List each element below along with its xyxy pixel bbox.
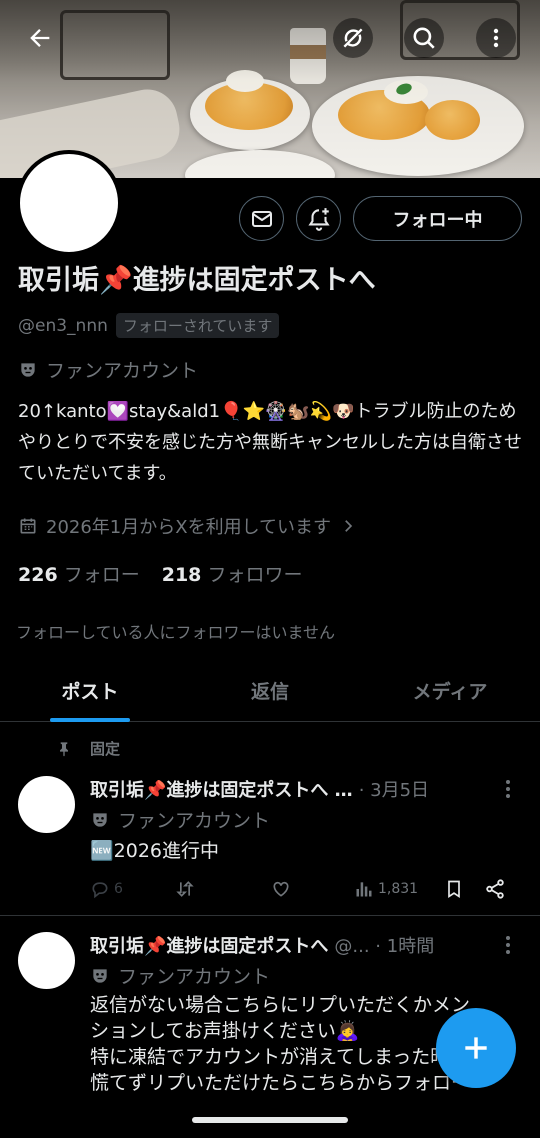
message-button[interactable] <box>239 196 284 241</box>
post-avatar[interactable] <box>18 932 75 989</box>
mail-icon <box>251 210 272 227</box>
tab-posts[interactable]: ポスト <box>0 660 180 722</box>
label-mask-icon <box>21 362 35 377</box>
post-actions: 6 1,831 <box>90 878 518 900</box>
reply-button[interactable]: 6 <box>90 879 174 899</box>
post-item[interactable]: 取引垢📌進捗は固定ポストへ … · 3月5日 ファンアカウント 🆕2026進行中… <box>0 772 540 912</box>
pinned-label: 固定 <box>90 740 121 758</box>
following-count: 226 <box>18 564 58 586</box>
account-label-text: ファンアカウント <box>46 360 199 382</box>
search-button[interactable] <box>404 18 444 58</box>
post-more-button[interactable] <box>498 936 518 954</box>
post-account-label: ファンアカウント <box>90 962 270 989</box>
post-avatar[interactable] <box>18 776 75 833</box>
profile-avatar[interactable] <box>16 150 122 256</box>
more-options-button[interactable] <box>476 18 516 58</box>
compose-post-button[interactable] <box>436 1008 516 1088</box>
sync-off-icon <box>343 28 363 48</box>
back-arrow-icon <box>30 29 50 47</box>
following-link[interactable]: 226 フォロー <box>18 560 140 587</box>
handle: @en3_nnn <box>18 315 108 336</box>
views-icon <box>356 882 372 897</box>
post-text: 🆕2026進行中 <box>90 840 220 862</box>
reply-count: 6 <box>114 881 123 897</box>
joined-date-row[interactable]: 2026年1月からXを利用しています <box>18 513 357 539</box>
search-icon <box>413 27 435 49</box>
post-label-text: ファンアカウント <box>118 966 271 988</box>
pinned-indicator: 固定 <box>56 738 120 759</box>
share-button[interactable] <box>484 878 506 900</box>
post-header: 取引垢📌進捗は固定ポストへ @... · 1時間 <box>90 932 434 958</box>
notifications-button[interactable] <box>296 196 341 241</box>
display-name: 取引垢📌進捗は固定ポストへ <box>18 265 376 296</box>
account-label[interactable]: ファンアカウント <box>18 356 198 383</box>
tab-label: 返信 <box>250 681 289 703</box>
handle-row: @en3_nnn フォローされています <box>18 313 280 338</box>
post-label-text: ファンアカウント <box>118 810 271 832</box>
follows-you-badge: フォローされています <box>115 313 280 338</box>
joined-text: 2026年1月からXを利用しています <box>46 517 332 538</box>
followers-count: 218 <box>161 564 202 586</box>
calendar-icon <box>20 518 36 534</box>
post-meta: @... · 1時間 <box>334 936 435 957</box>
sync-button[interactable] <box>333 18 373 58</box>
back-button[interactable] <box>20 18 60 58</box>
share-icon <box>486 879 504 899</box>
post-header: 取引垢📌進捗は固定ポストへ … · 3月5日 <box>90 776 429 802</box>
profile-bio: 20↑kanto💟stay&ald1🎈⭐🎡🐿️💫🐶トラブル防止のためやりとりで不… <box>18 401 522 484</box>
reply-icon <box>92 882 108 899</box>
tab-replies[interactable]: 返信 <box>180 660 360 721</box>
repost-icon <box>176 881 194 897</box>
like-button[interactable] <box>270 879 354 899</box>
post-more-button[interactable] <box>498 780 518 798</box>
views-button[interactable]: 1,831 <box>354 879 444 899</box>
profile-tabs: ポスト 返信 メディア <box>0 660 540 722</box>
compose-plus-icon <box>465 1037 487 1059</box>
post-meta: · 3月5日 <box>358 780 430 801</box>
home-indicator[interactable] <box>192 1117 348 1123</box>
post-divider <box>0 915 540 916</box>
following-label: フォロー <box>63 564 140 586</box>
views-count: 1,831 <box>378 881 419 897</box>
bookmark-button[interactable] <box>444 878 484 900</box>
notification-add-icon <box>307 207 330 231</box>
post-author-name[interactable]: 取引垢📌進捗は固定ポストへ <box>90 932 328 958</box>
followers-link[interactable]: 218 フォロワー <box>162 560 303 587</box>
chevron-right-icon <box>345 520 353 532</box>
label-mask-icon <box>93 968 107 983</box>
active-tab-indicator <box>50 718 130 722</box>
label-mask-icon <box>93 812 107 827</box>
followers-label: フォロワー <box>207 564 303 586</box>
pin-icon <box>60 741 68 756</box>
repost-button[interactable] <box>174 879 270 899</box>
tab-label: メディア <box>412 681 488 703</box>
post-author-name[interactable]: 取引垢📌進捗は固定ポストへ … <box>90 776 353 802</box>
like-icon <box>273 881 289 897</box>
tab-label: ポスト <box>61 681 119 703</box>
post-account-label: ファンアカウント <box>90 806 270 833</box>
follow-counts: 226 フォロー 218 フォロワー <box>18 560 302 587</box>
bookmark-icon <box>448 880 460 899</box>
no-common-followers: フォローしている人にフォロワーはいません <box>16 623 336 642</box>
tab-media[interactable]: メディア <box>360 660 540 721</box>
following-button[interactable]: フォロー中 <box>353 196 522 241</box>
more-vertical-icon <box>493 28 499 48</box>
